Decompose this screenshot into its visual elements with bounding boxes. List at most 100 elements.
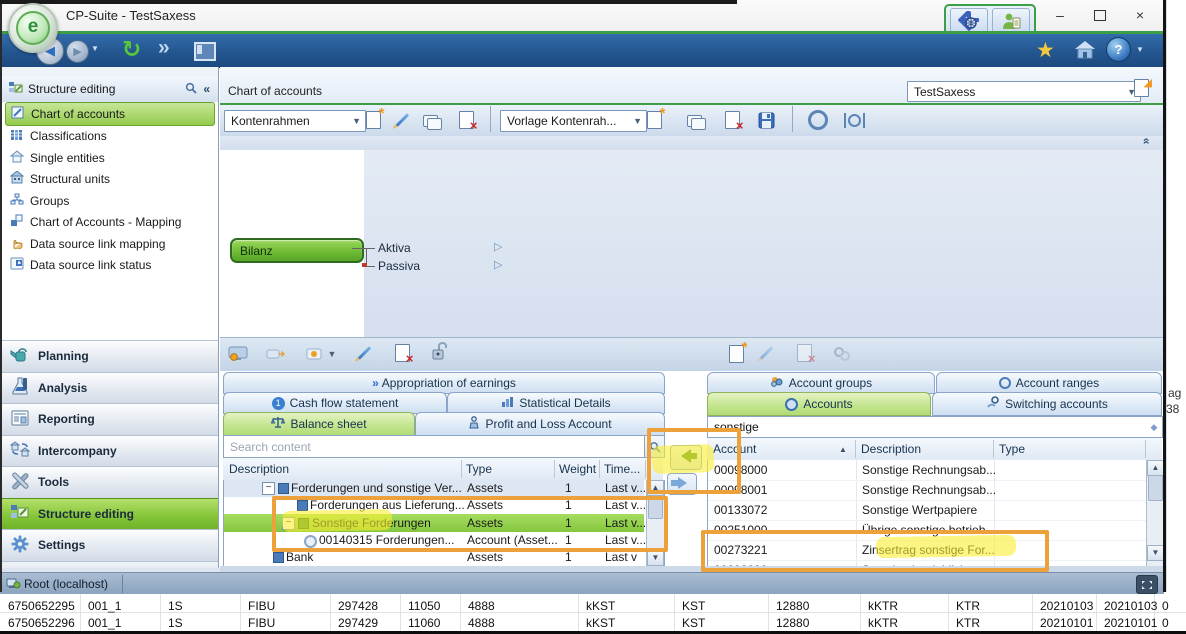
tree-node-bilanz[interactable]: Bilanz xyxy=(230,238,364,263)
filter-options-icon[interactable]: ◆ xyxy=(1146,416,1163,438)
table-row[interactable]: 00133072 Sonstige Wertpapiere xyxy=(708,500,1146,521)
run-forward-icon[interactable]: » xyxy=(158,36,167,60)
nav-reporting[interactable]: Reporting xyxy=(2,403,218,435)
collapse-panel-chevron[interactable]: » xyxy=(1138,138,1152,145)
delete-node-button[interactable]: × xyxy=(388,341,416,365)
sidebar-item-ds-link-mapping[interactable]: Data source link mapping xyxy=(2,233,218,255)
coa-type-select[interactable]: Kontenrahmen▼ xyxy=(224,110,366,132)
scroll-down-icon[interactable]: ▼ xyxy=(647,550,664,566)
tree-node-aktiva[interactable]: Aktiva xyxy=(378,241,411,255)
col-weight[interactable]: Weight xyxy=(559,462,596,476)
expand-triangle-icon[interactable]: ▷ xyxy=(494,258,502,271)
scenario-form-button[interactable]: ◢ xyxy=(1134,79,1149,100)
save-template-button[interactable] xyxy=(752,108,780,132)
right-table-scrollbar[interactable]: ▲ ▼ xyxy=(1146,460,1164,566)
nav-intercompany[interactable]: Intercompany xyxy=(2,435,218,467)
template-select[interactable]: Vorlage Kontenrah...▼ xyxy=(500,110,647,132)
data-cell: KTR xyxy=(956,616,980,630)
tab-accounts[interactable]: Accounts xyxy=(707,392,931,416)
circle-bounds-tool-button[interactable] xyxy=(840,108,868,132)
collapse-minus-icon[interactable]: − xyxy=(262,482,275,495)
sidebar-item-groups[interactable]: Groups xyxy=(2,190,218,212)
delete-coa-button[interactable]: × xyxy=(452,108,480,132)
sidebar-search-icon[interactable] xyxy=(185,82,197,97)
layout-panel-icon[interactable] xyxy=(194,42,216,61)
one-circle-icon: 1 xyxy=(272,397,285,410)
link-accounts-button[interactable] xyxy=(828,342,856,366)
copy-template-button[interactable] xyxy=(682,110,710,134)
tab-balance-sheet[interactable]: Balance sheet xyxy=(223,412,415,436)
forward-button[interactable]: ▶ xyxy=(66,40,89,63)
col-description[interactable]: Description xyxy=(861,442,921,456)
new-template-button[interactable]: * xyxy=(640,108,668,132)
tree-node-passiva[interactable]: Passiva xyxy=(378,259,420,273)
table-row[interactable]: 00098001 Sonstige Rechnungsab... xyxy=(708,480,1146,501)
accounts-filter-input[interactable]: sonstige xyxy=(707,416,1147,438)
tab-appropriation-of-earnings[interactable]: » Appropriation of earnings xyxy=(223,372,665,394)
sidebar-header: Structure editing « xyxy=(2,76,218,103)
double-chevron-icon: » xyxy=(372,376,377,390)
copy-coa-button[interactable] xyxy=(418,110,446,134)
col-time[interactable]: Time... xyxy=(604,462,640,476)
tab-statistical-details[interactable]: Statistical Details xyxy=(447,392,665,414)
scenario-select[interactable]: TestSaxess▼ xyxy=(907,81,1141,102)
nav-tools[interactable]: Tools xyxy=(2,466,218,498)
edit-account-link-button[interactable] xyxy=(752,341,780,365)
expand-view-icon[interactable] xyxy=(1136,575,1158,594)
sidebar-collapse-icon[interactable]: « xyxy=(203,82,210,96)
scroll-down-icon[interactable]: ▼ xyxy=(1147,545,1164,561)
col-description[interactable]: Description xyxy=(229,462,289,476)
sidebar-item-structural-units[interactable]: Structural units xyxy=(2,169,218,191)
delete-template-button[interactable]: × xyxy=(718,108,746,132)
insert-node-button[interactable] xyxy=(262,342,290,366)
expand-triangle-icon[interactable]: ▷ xyxy=(494,240,502,253)
sidebar-item-coa-mapping[interactable]: Chart of Accounts - Mapping xyxy=(2,212,218,234)
status-root-label[interactable]: Root (localhost) xyxy=(24,577,108,591)
col-type[interactable]: Type xyxy=(466,462,492,476)
new-node-split-button[interactable]: ▼ xyxy=(302,342,340,366)
show-node-button[interactable] xyxy=(225,342,253,366)
delete-account-link-button[interactable]: × xyxy=(790,341,818,365)
unlock-button[interactable] xyxy=(426,339,454,363)
copy-icon xyxy=(423,115,441,129)
circle-tool-button[interactable] xyxy=(804,108,832,132)
scroll-up-icon[interactable]: ▲ xyxy=(1147,460,1164,476)
help-dropdown-caret[interactable]: ▼ xyxy=(1136,45,1144,54)
edit-node-button[interactable] xyxy=(350,341,378,365)
switching-accounts-icon xyxy=(986,396,1000,412)
maximize-button[interactable] xyxy=(1084,6,1116,26)
tab-profit-and-loss[interactable]: Profit and Loss Account xyxy=(415,412,665,436)
refresh-icon[interactable]: ↻ xyxy=(122,36,141,63)
close-button[interactable]: × xyxy=(1124,6,1156,26)
nav-structure-editing[interactable]: Structure editing xyxy=(2,498,218,530)
scroll-thumb[interactable] xyxy=(1148,475,1163,501)
nav-planning[interactable]: Planning xyxy=(2,340,218,372)
sidebar-item-ds-link-status[interactable]: Data source link status xyxy=(2,255,218,277)
nav-settings[interactable]: Settings xyxy=(2,529,218,561)
col-type[interactable]: Type xyxy=(999,442,1025,456)
nav-analysis[interactable]: Analysis xyxy=(2,372,218,404)
tab-cash-flow-statement[interactable]: 1 Cash flow statement xyxy=(223,392,447,414)
minimize-button[interactable]: – xyxy=(1044,6,1076,26)
new-coa-button[interactable]: * xyxy=(359,108,387,132)
data-cell: 20210101 xyxy=(1104,616,1157,630)
new-account-link-button[interactable]: * xyxy=(722,342,750,366)
tab-account-ranges[interactable]: Account ranges xyxy=(936,372,1162,394)
help-icon[interactable]: ? xyxy=(1106,37,1131,62)
chevron-down-icon: ▼ xyxy=(328,349,337,359)
sidebar-item-chart-of-accounts[interactable]: Chart of accounts xyxy=(5,102,215,126)
sidebar-item-single-entities[interactable]: Single entities xyxy=(2,147,218,169)
table-row[interactable]: − Forderungen und sonstige Ver... Assets… xyxy=(224,480,644,497)
sidebar-item-classifications[interactable]: Classifications xyxy=(2,126,218,148)
right-table-header: Account ▲ Description Type xyxy=(707,438,1162,461)
tab-account-groups[interactable]: Account groups xyxy=(707,372,935,394)
favorites-star-icon[interactable]: ★ xyxy=(1036,38,1055,63)
sort-asc-icon[interactable]: ▲ xyxy=(839,445,847,454)
table-row[interactable]: 00098000 Sonstige Rechnungsab... xyxy=(708,460,1146,481)
data-cell: kKTR xyxy=(868,616,898,630)
home-icon[interactable] xyxy=(1074,40,1096,62)
left-search-input[interactable]: Search content xyxy=(223,435,646,458)
edit-coa-button[interactable] xyxy=(388,108,416,132)
forward-dropdown-caret[interactable]: ▼ xyxy=(91,44,99,53)
tab-switching-accounts[interactable]: Switching accounts xyxy=(932,392,1162,416)
